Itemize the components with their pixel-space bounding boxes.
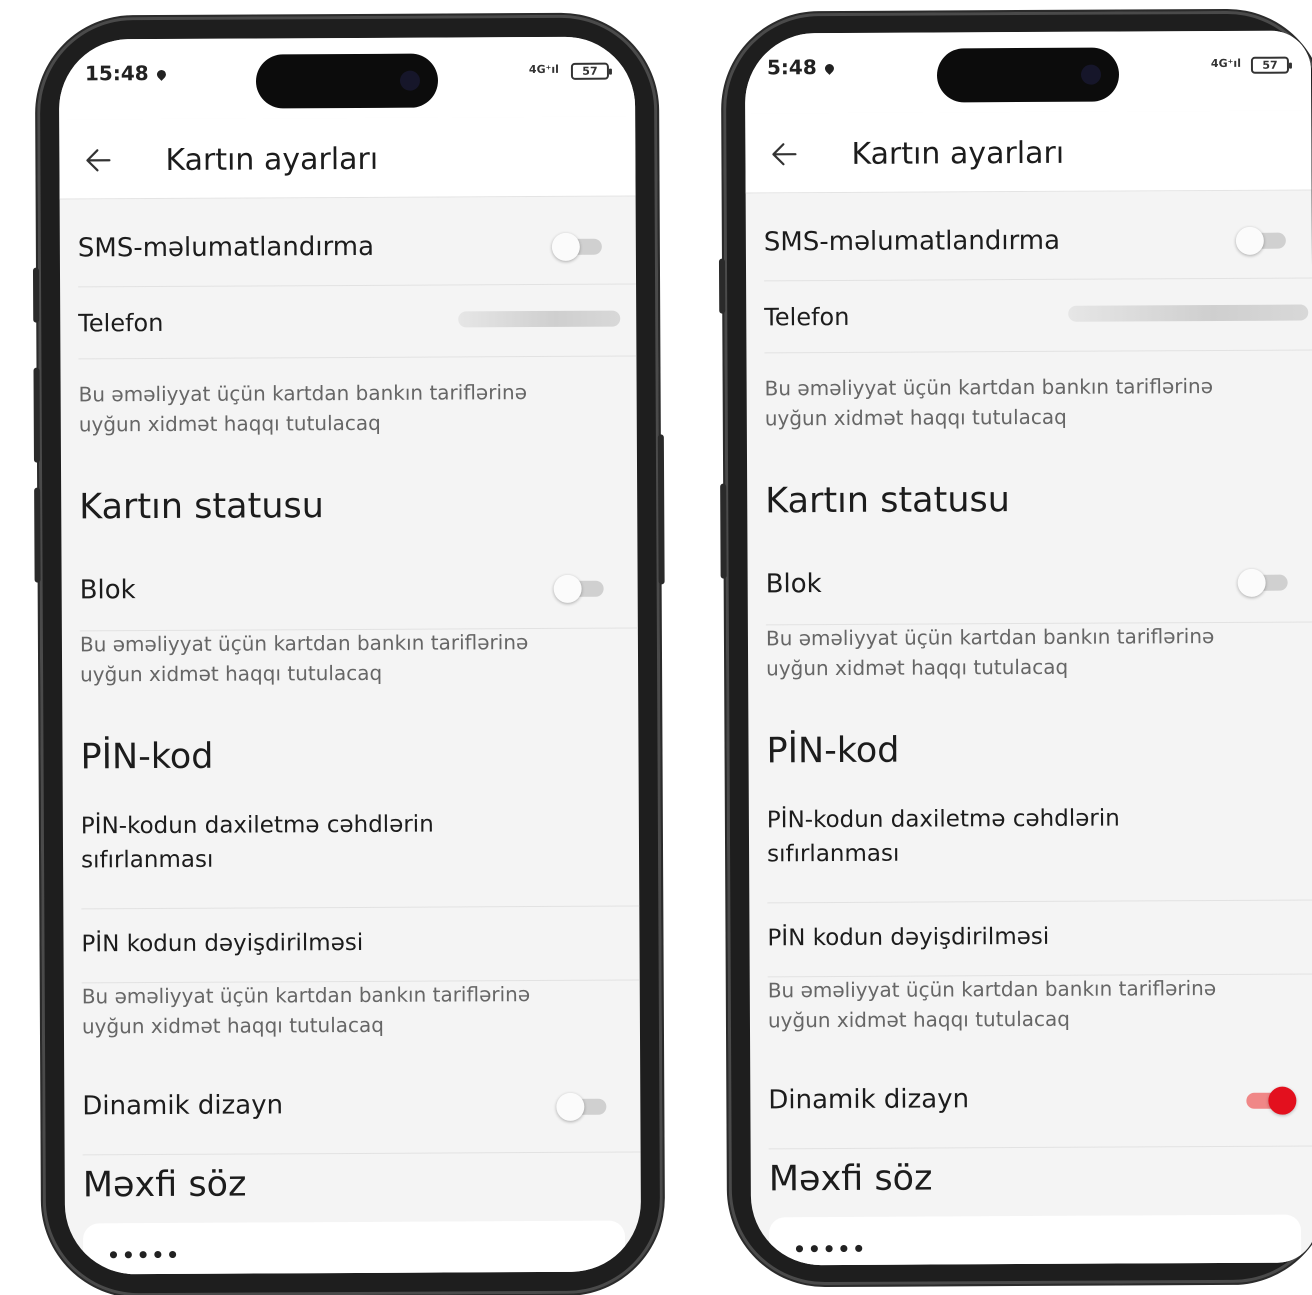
row-telefon: Telefon xyxy=(764,278,1312,354)
pin-reset-label: PİN-kodun daxiletmə cəhdlərin sıfırlanmas… xyxy=(766,805,1120,868)
pin-reset-label: PİN-kodun daxiletmə cəhdlərin sıfırlanmas… xyxy=(80,811,434,874)
signal-icon: 4G⁺ıl xyxy=(528,62,559,77)
row-block[interactable]: Blok xyxy=(765,542,1312,626)
secret-word-input[interactable]: ••••• xyxy=(768,1214,1302,1266)
block-toggle[interactable] xyxy=(1237,568,1290,597)
location-icon xyxy=(822,62,836,75)
back-arrow-icon[interactable] xyxy=(85,147,111,173)
dynamic-design-label: Dinamik dizayn xyxy=(82,1090,284,1122)
eye-slash-icon[interactable] xyxy=(569,1273,599,1275)
status-time: 15:48 xyxy=(85,61,168,85)
secret-word-input[interactable]: ••••• xyxy=(82,1220,626,1275)
side-button xyxy=(32,267,40,323)
back-arrow-icon[interactable] xyxy=(771,141,797,167)
block-toggle[interactable] xyxy=(553,574,606,603)
fee-note: Bu əməliyyat üçün kartdan bankın tariflə… xyxy=(764,374,1214,431)
telefon-label: Telefon xyxy=(78,308,164,338)
pin-section-title: PİN-kod xyxy=(766,730,900,772)
row-dynamic-design[interactable]: Dinamik dizayn xyxy=(768,1058,1312,1150)
screen: 5:48 4G⁺ıl 57 Kartın ayarları SMS-məluma… xyxy=(744,30,1312,1266)
dynamic-design-label: Dinamik dizayn xyxy=(768,1084,970,1116)
secret-word-value: ••••• xyxy=(793,1236,868,1262)
app-bar: Kartın ayarları xyxy=(59,116,636,200)
card-status-title: Kartın statusu xyxy=(79,486,324,528)
sms-toggle[interactable] xyxy=(551,232,604,261)
dynamic-island xyxy=(936,47,1120,103)
dynamic-design-toggle[interactable] xyxy=(1242,1086,1297,1115)
fee-note: Bu əməliyyat üçün kartdan bankın tariflə… xyxy=(765,624,1215,681)
signal-icon: 4G⁺ıl xyxy=(1210,56,1241,71)
settings-list: SMS-məlumatlandırma Telefon Bu əməliyyat… xyxy=(746,190,1312,1266)
secret-word-title: Məxfi söz xyxy=(82,1164,247,1206)
row-dynamic-design[interactable]: Dinamik dizayn xyxy=(82,1064,641,1156)
fee-note: Bu əməliyyat üçün kartdan bankın tariflə… xyxy=(767,976,1217,1033)
row-pin-change[interactable]: PİN kodun dəyişdirilməsi xyxy=(767,900,1312,978)
secret-word-value: ••••• xyxy=(107,1242,182,1268)
row-pin-reset[interactable]: PİN-kodun daxiletmə cəhdlərin sıfırlanmas… xyxy=(766,796,1312,904)
fee-note: Bu əməliyyat üçün kartdan bankın tariflə… xyxy=(79,630,529,687)
fee-note: Bu əməliyyat üçün kartdan bankın tariflə… xyxy=(78,380,528,437)
settings-list: SMS-məlumatlandırma Telefon Bu əməliyyat… xyxy=(60,196,642,1275)
sms-label: SMS-məlumatlandırma xyxy=(763,225,1061,258)
pin-section-title: PİN-kod xyxy=(80,736,214,778)
sms-toggle[interactable] xyxy=(1235,226,1288,255)
sms-label: SMS-məlumatlandırma xyxy=(77,231,375,264)
card-status-title: Kartın statusu xyxy=(765,480,1011,522)
block-label: Blok xyxy=(765,569,822,600)
side-button xyxy=(720,483,727,579)
row-telefon: Telefon xyxy=(78,284,637,360)
status-time: 5:48 xyxy=(767,55,836,79)
battery-icon: 57 xyxy=(570,62,609,80)
fee-note: Bu əməliyyat üçün kartdan bankın tariflə… xyxy=(81,982,531,1039)
side-button xyxy=(34,487,41,583)
phone-number-blurred xyxy=(1068,304,1309,322)
row-pin-change[interactable]: PİN kodun dəyişdirilməsi xyxy=(81,906,640,984)
row-pin-reset[interactable]: PİN-kodun daxiletmə cəhdlərin sıfırlanmas… xyxy=(80,802,640,910)
page-title: Kartın ayarları xyxy=(851,135,1065,172)
power-button xyxy=(657,434,665,585)
secret-word-title: Məxfi söz xyxy=(768,1158,933,1200)
row-sms-notification[interactable]: SMS-məlumatlandırma xyxy=(77,208,637,288)
screen: 15:48 4G⁺ıl 57 Kartın ayarları SMS-məlum… xyxy=(58,36,642,1275)
pin-change-label: PİN kodun dəyişdirilməsi xyxy=(81,929,364,958)
row-sms-notification[interactable]: SMS-məlumatlandırma xyxy=(763,202,1312,282)
side-button xyxy=(33,367,40,463)
side-button xyxy=(718,258,726,314)
dynamic-island xyxy=(255,53,439,109)
location-icon xyxy=(154,68,168,81)
battery-icon: 57 xyxy=(1250,56,1289,74)
page-title: Kartın ayarları xyxy=(165,141,379,178)
pin-change-label: PİN kodun dəyişdirilməsi xyxy=(767,923,1050,952)
phone-frame-left: 15:48 4G⁺ıl 57 Kartın ayarları SMS-məlum… xyxy=(32,14,665,1295)
phone-frame-right: 5:48 4G⁺ıl 57 Kartın ayarları SMS-məluma… xyxy=(718,10,1312,1286)
row-block[interactable]: Blok xyxy=(79,548,638,632)
app-bar: Kartın ayarları xyxy=(745,110,1312,194)
dynamic-design-toggle[interactable] xyxy=(556,1092,608,1121)
block-label: Blok xyxy=(79,575,136,606)
telefon-label: Telefon xyxy=(764,302,850,332)
phone-number-blurred xyxy=(458,310,621,328)
